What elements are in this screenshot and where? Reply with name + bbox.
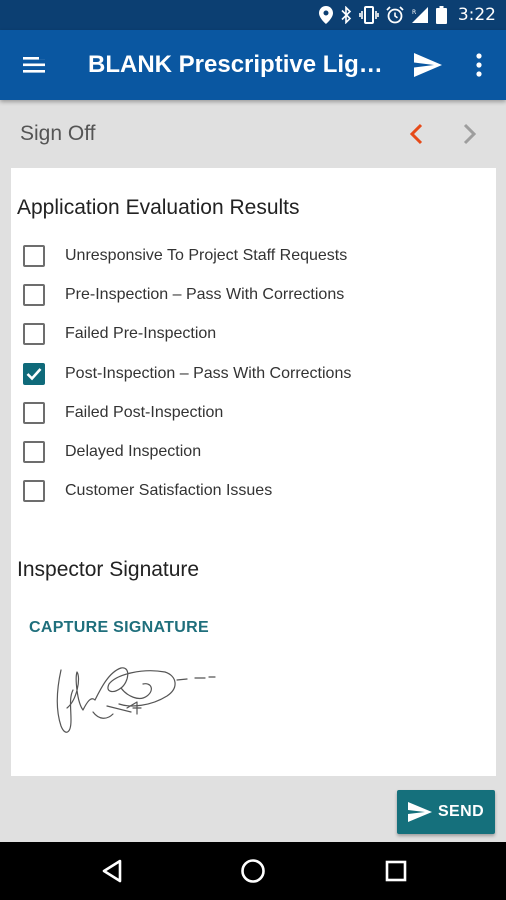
signature-heading: Inspector Signature xyxy=(17,558,200,581)
status-bar: R 3:22 xyxy=(0,0,506,30)
recents-icon xyxy=(385,860,407,882)
vibrate-icon xyxy=(359,6,379,24)
chevron-left-icon xyxy=(409,123,423,145)
checkbox-label: Failed Post-Inspection xyxy=(65,403,224,421)
battery-icon xyxy=(435,6,447,24)
recents-button[interactable] xyxy=(376,852,416,890)
checkbox[interactable] xyxy=(23,283,45,306)
location-icon xyxy=(318,6,333,24)
home-icon xyxy=(241,859,265,883)
home-button[interactable] xyxy=(233,852,273,890)
app-title: BLANK Prescriptive Lighting xyxy=(88,51,388,78)
send-icon xyxy=(407,802,432,822)
svg-text:R: R xyxy=(412,9,416,16)
status-time: 3:22 xyxy=(457,5,496,25)
menu-icon xyxy=(23,57,45,73)
checkbox[interactable] xyxy=(23,480,45,503)
more-options-button[interactable] xyxy=(462,47,496,83)
alarm-icon xyxy=(386,6,404,24)
checkbox-label: Failed Pre-Inspection xyxy=(65,325,217,343)
toolbar-send-button[interactable] xyxy=(408,47,448,83)
more-vert-icon xyxy=(476,53,482,77)
checkbox-row[interactable]: Customer Satisfaction Issues xyxy=(22,472,482,511)
checkbox[interactable] xyxy=(23,362,45,385)
next-section-button[interactable] xyxy=(452,116,488,152)
signature-image xyxy=(56,667,216,733)
checkbox-row[interactable]: Unresponsive To Project Staff Requests xyxy=(22,236,482,275)
sign-off-card: Application Evaluation Results Unrespons… xyxy=(11,168,496,776)
checkbox-label: Pre-Inspection – Pass With Corrections xyxy=(65,285,345,303)
send-button-label: SEND xyxy=(437,803,485,820)
checkbox[interactable] xyxy=(23,244,45,267)
back-icon xyxy=(102,859,122,883)
send-icon xyxy=(414,53,442,77)
checkmark-icon xyxy=(26,367,42,380)
evaluation-checklist: Unresponsive To Project Staff Requests P… xyxy=(22,236,482,511)
back-button[interactable] xyxy=(92,852,132,890)
checkbox-row[interactable]: Failed Post-Inspection xyxy=(22,393,482,432)
chevron-right-icon xyxy=(463,123,477,145)
checkbox-label: Post-Inspection – Pass With Corrections xyxy=(65,364,352,382)
checkbox[interactable] xyxy=(23,401,45,424)
checkbox-label: Unresponsive To Project Staff Requests xyxy=(65,246,348,264)
bluetooth-icon xyxy=(341,6,351,24)
section-title: Sign Off xyxy=(20,122,96,145)
signal-icon: R xyxy=(411,7,428,23)
checkbox-row[interactable]: Delayed Inspection xyxy=(22,432,482,471)
navigation-bar xyxy=(0,842,506,900)
send-button[interactable]: SEND xyxy=(397,790,495,834)
checkbox-row[interactable]: Failed Pre-Inspection xyxy=(22,315,482,354)
checkbox-row[interactable]: Post-Inspection – Pass With Corrections xyxy=(22,354,482,393)
checkbox[interactable] xyxy=(23,441,45,464)
app-bar: BLANK Prescriptive Lighting xyxy=(0,30,506,100)
checkbox[interactable] xyxy=(23,323,45,346)
section-header: Sign Off xyxy=(0,100,506,168)
previous-section-button[interactable] xyxy=(398,116,434,152)
checkbox-row[interactable]: Pre-Inspection – Pass With Corrections xyxy=(22,275,482,314)
menu-button[interactable] xyxy=(0,30,70,100)
checkbox-label: Delayed Inspection xyxy=(65,443,202,461)
evaluation-heading: Application Evaluation Results xyxy=(17,196,300,219)
checkbox-label: Customer Satisfaction Issues xyxy=(65,482,273,500)
capture-signature-button[interactable]: CAPTURE SIGNATURE xyxy=(29,619,209,637)
